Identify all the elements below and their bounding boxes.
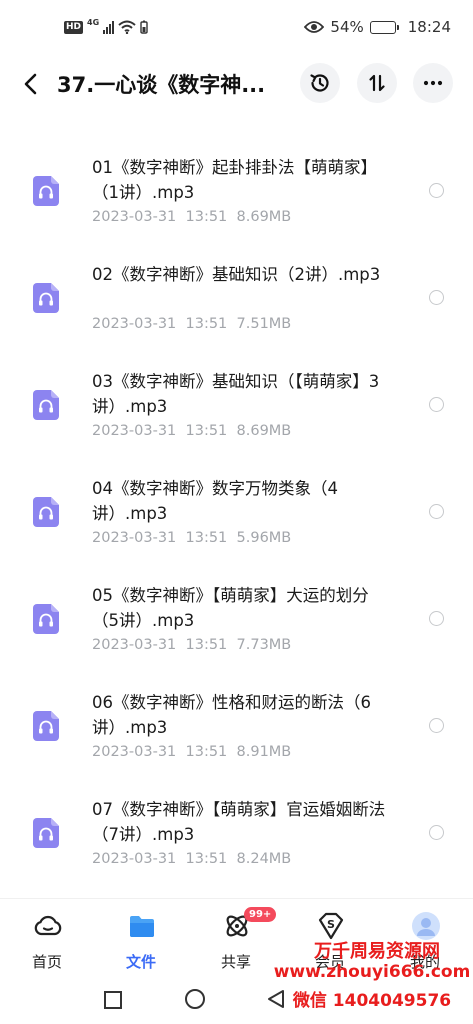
file-time: 13:51 <box>185 316 228 332</box>
file-name: 05《数字神断》【萌萌家】大运的划分（5讲）.mp3 <box>92 586 369 630</box>
file-date: 2023-03-31 <box>92 209 177 225</box>
select-radio[interactable] <box>429 290 444 305</box>
file-time: 13:51 <box>185 423 228 439</box>
file-time: 13:51 <box>185 744 228 760</box>
file-list-item[interactable]: 03《数字神断》基础知识（【萌萌家】3讲）.mp3 2023-03-31 13:… <box>0 349 473 456</box>
more-button[interactable] <box>413 63 453 103</box>
sort-icon <box>369 74 385 92</box>
file-meta: 2023-03-31 13:51 8.24MB <box>92 851 291 867</box>
hd-icon: HD <box>64 20 84 34</box>
recents-square-icon[interactable] <box>103 990 123 1010</box>
audio-file-icon <box>33 711 59 741</box>
file-name: 03《数字神断》基础知识（【萌萌家】3讲）.mp3 <box>92 372 380 416</box>
file-time: 13:51 <box>185 637 228 653</box>
file-meta: 2023-03-31 13:51 8.91MB <box>92 744 291 760</box>
folder-icon <box>130 916 154 937</box>
svg-text:S: S <box>327 918 335 931</box>
file-date: 2023-03-31 <box>92 851 177 867</box>
select-radio[interactable] <box>429 611 444 626</box>
back-arrow-icon[interactable] <box>18 70 46 98</box>
status-left: HD 4G <box>64 17 148 34</box>
select-radio[interactable] <box>429 718 444 733</box>
watermark-line-1: 万千周易资源网 <box>314 941 440 962</box>
file-size: 5.96MB <box>236 530 292 546</box>
file-list-item[interactable]: 05《数字神断》【萌萌家】大运的划分（5讲）.mp3 2023-03-31 13… <box>0 563 473 670</box>
sort-button[interactable] <box>357 63 397 103</box>
page-title: 37.一心谈《数字神... <box>57 73 266 97</box>
system-nav-bar <box>0 978 473 1024</box>
audio-file-icon <box>33 283 59 313</box>
cloud-home-icon <box>34 915 62 936</box>
select-radio[interactable] <box>429 504 444 519</box>
battery-saver-icon <box>140 20 148 34</box>
file-name: 06《数字神断》性格和财运的断法（6讲）.mp3 <box>92 693 371 737</box>
status-bar: HD 4G 54% 18:24 <box>0 0 473 56</box>
select-radio[interactable] <box>429 183 444 198</box>
file-size: 7.51MB <box>236 316 292 332</box>
share-badge: 99+ <box>244 907 277 922</box>
file-date: 2023-03-31 <box>92 744 177 760</box>
file-name: 07《数字神断》【萌萌家】官运婚姻断法（7讲）.mp3 <box>92 800 386 844</box>
wifi-icon <box>118 20 136 34</box>
app-header: 37.一心谈《数字神... <box>0 56 473 112</box>
back-triangle-icon[interactable] <box>265 988 287 1010</box>
file-list-item[interactable]: 04《数字神断》数字万物类象（4讲）.mp3 2023-03-31 13:51 … <box>0 456 473 563</box>
file-size: 7.73MB <box>236 637 292 653</box>
file-size: 8.69MB <box>236 209 292 225</box>
audio-file-icon <box>33 604 59 634</box>
status-right: 54% 18:24 <box>304 18 451 36</box>
file-list-item[interactable]: 02《数字神断》基础知识（2讲）.mp3 2023-03-31 13:51 7.… <box>0 242 473 349</box>
file-date: 2023-03-31 <box>92 423 177 439</box>
nav-share-label: 共享 <box>220 953 251 971</box>
file-list-item[interactable]: 01《数字神断》起卦排卦法【萌萌家】（1讲）.mp3 2023-03-31 13… <box>0 135 473 242</box>
file-date: 2023-03-31 <box>92 316 177 332</box>
home-circle-icon[interactable] <box>184 988 206 1010</box>
battery-icon <box>369 20 399 34</box>
file-meta: 2023-03-31 13:51 8.69MB <box>92 423 291 439</box>
file-meta: 2023-03-31 13:51 7.73MB <box>92 637 291 653</box>
audio-file-icon <box>33 176 59 206</box>
audio-file-icon <box>33 818 59 848</box>
file-name: 04《数字神断》数字万物类象（4讲）.mp3 <box>92 479 338 523</box>
history-button[interactable] <box>300 63 340 103</box>
nav-home-label: 首页 <box>31 953 62 971</box>
file-time: 13:51 <box>185 851 228 867</box>
nav-share[interactable]: 99+ 共享 <box>196 899 277 979</box>
nav-files-label: 文件 <box>125 953 156 971</box>
file-size: 8.91MB <box>236 744 292 760</box>
audio-file-icon <box>33 497 59 527</box>
file-date: 2023-03-31 <box>92 530 177 546</box>
battery-percent: 54% <box>330 18 364 36</box>
clock: 18:24 <box>407 18 451 36</box>
signal-icon <box>103 20 115 34</box>
nav-home[interactable]: 首页 <box>7 899 87 979</box>
audio-file-icon <box>33 390 59 420</box>
file-size: 8.24MB <box>236 851 292 867</box>
file-list-item[interactable]: 07《数字神断》【萌萌家】官运婚姻断法（7讲）.mp3 2023-03-31 1… <box>0 777 473 884</box>
file-list: 01《数字神断》起卦排卦法【萌萌家】（1讲）.mp3 2023-03-31 13… <box>0 135 473 884</box>
file-size: 8.69MB <box>236 423 292 439</box>
history-icon <box>310 74 329 92</box>
file-time: 13:51 <box>185 209 228 225</box>
file-name: 01《数字神断》起卦排卦法【萌萌家】（1讲）.mp3 <box>92 158 377 202</box>
select-radio[interactable] <box>429 825 444 840</box>
file-meta: 2023-03-31 13:51 5.96MB <box>92 530 291 546</box>
file-list-item[interactable]: 06《数字神断》性格和财运的断法（6讲）.mp3 2023-03-31 13:5… <box>0 670 473 777</box>
more-icon <box>423 80 443 86</box>
nav-files[interactable]: 文件 <box>101 899 181 979</box>
select-radio[interactable] <box>429 397 444 412</box>
file-meta: 2023-03-31 13:51 7.51MB <box>92 316 291 332</box>
network-type: 4G <box>87 17 100 27</box>
file-name: 02《数字神断》基础知识（2讲）.mp3 <box>92 265 381 284</box>
file-time: 13:51 <box>185 530 228 546</box>
eye-icon <box>304 21 325 33</box>
file-date: 2023-03-31 <box>92 637 177 653</box>
file-meta: 2023-03-31 13:51 8.69MB <box>92 209 291 225</box>
